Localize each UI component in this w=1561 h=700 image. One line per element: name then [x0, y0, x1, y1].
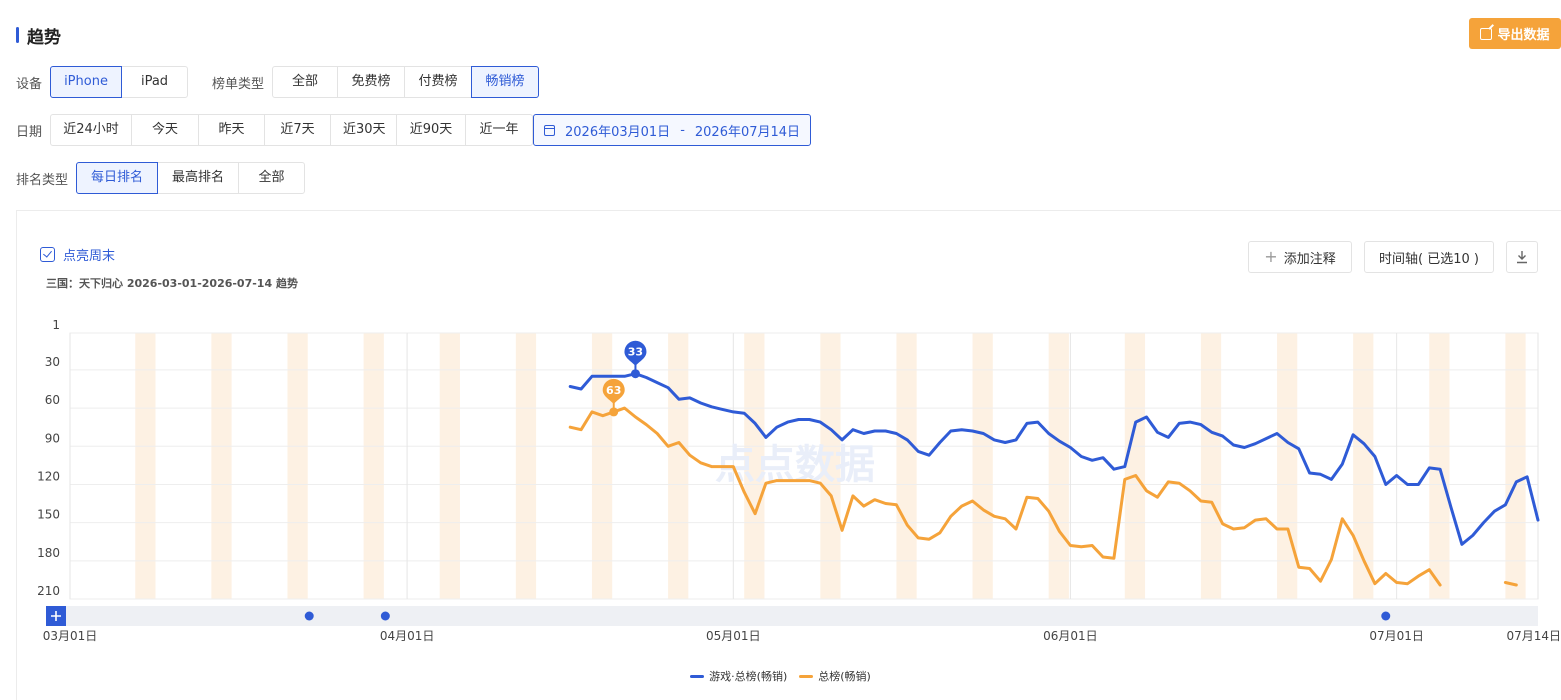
timeline-event-dot — [304, 611, 314, 621]
marker-value-label: 33 — [628, 346, 643, 359]
weekend-band — [668, 333, 689, 599]
device-option-iphone[interactable]: iPhone — [50, 66, 123, 98]
x-tick-label: 07月01日 — [1369, 629, 1424, 643]
chart-type-grossing[interactable]: 畅销榜 — [471, 66, 540, 98]
legend-item-overall-grossing[interactable]: 总榜(畅销) — [799, 668, 871, 684]
x-tick-label: 07月14日 — [1506, 629, 1561, 643]
timeline-event-dot — [380, 611, 390, 621]
weekend-band — [1505, 333, 1526, 599]
y-tick-label: 120 — [37, 469, 60, 483]
weekend-band — [1429, 333, 1450, 599]
timeline-event-dot — [1381, 611, 1391, 621]
weekend-band — [1124, 333, 1146, 599]
weekend-band — [1277, 333, 1298, 599]
y-tick-label: 1 — [52, 318, 60, 332]
legend-label-overall-grossing: 总榜(畅销) — [818, 670, 871, 683]
rank-type-daily[interactable]: 每日排名 — [76, 162, 159, 194]
weekend-band — [287, 333, 308, 599]
legend-label-game-grossing: 游戏·总榜(畅销) — [709, 670, 788, 683]
x-tick-label: 03月01日 — [43, 629, 98, 643]
y-axis-ticks: 1 30 60 90 120 150 180 210 — [37, 318, 60, 598]
weekend-band — [896, 333, 917, 599]
timeline-bar[interactable] — [46, 606, 1538, 626]
marker-point — [630, 369, 640, 379]
y-tick-label: 150 — [37, 508, 60, 522]
y-tick-label: 60 — [45, 393, 60, 407]
weekend-band — [1200, 333, 1222, 599]
weekend-band — [211, 333, 232, 599]
weekend-band — [972, 333, 993, 599]
marker-point — [609, 407, 619, 417]
weekend-band — [1048, 333, 1069, 599]
y-tick-label: 180 — [37, 546, 60, 560]
x-tick-label: 05月01日 — [706, 629, 761, 643]
legend-swatch-blue — [690, 674, 705, 678]
x-axis-ticks: 03月01日 04月01日 05月01日 06月01日 07月01日 07月14日 — [43, 629, 1561, 643]
legend-swatch-orange — [799, 674, 814, 678]
y-tick-label: 30 — [45, 355, 60, 369]
series-line-1 — [568, 406, 1442, 587]
x-tick-label: 06月01日 — [1043, 629, 1098, 643]
y-tick-label: 210 — [37, 584, 60, 598]
weekend-band — [135, 333, 156, 599]
weekend-band — [363, 333, 384, 599]
weekend-band — [515, 333, 537, 599]
marker-value-label: 63 — [606, 384, 621, 397]
y-tick-label: 90 — [45, 431, 60, 445]
weekend-band — [439, 333, 460, 599]
chart-legend: 游戏·总榜(畅销) 总榜(畅销) — [0, 668, 1561, 684]
x-tick-label: 04月01日 — [380, 629, 435, 643]
timeline-track — [46, 606, 1538, 626]
legend-item-game-grossing[interactable]: 游戏·总榜(畅销) — [690, 668, 787, 684]
rank-trend-chart: 点点数据 1306090120150180210 3363 03月01日 04月0… — [37, 318, 1561, 643]
weekend-band — [591, 333, 613, 599]
